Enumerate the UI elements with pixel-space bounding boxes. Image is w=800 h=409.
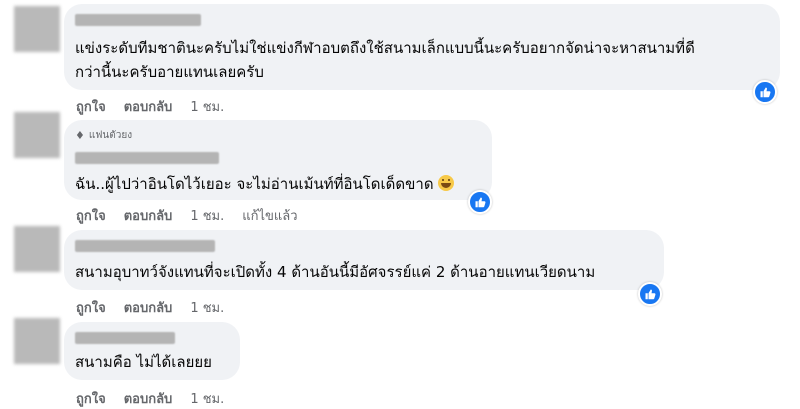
- reply-link[interactable]: ตอบกลับ: [124, 388, 173, 409]
- author-name-redacted[interactable]: [75, 14, 201, 26]
- like-link[interactable]: ถูกใจ: [76, 205, 106, 226]
- comment-actions: ถูกใจ ตอบกลับ 1 ชม.: [76, 297, 224, 318]
- avatar[interactable]: [14, 226, 60, 272]
- like-link[interactable]: ถูกใจ: [76, 388, 106, 409]
- avatar[interactable]: [14, 6, 60, 52]
- author-name-redacted[interactable]: [75, 152, 219, 164]
- like-thumbs-up-icon: [645, 289, 656, 300]
- like-thumbs-up-icon: [760, 87, 771, 98]
- comment-text-line: สนามอุบาทว์จังแทนที่จะเปิดทั้ง 4 ด้านอัน…: [75, 263, 596, 281]
- reply-link[interactable]: ตอบกลับ: [124, 96, 173, 117]
- like-link[interactable]: ถูกใจ: [76, 96, 106, 117]
- author-name-redacted[interactable]: [75, 240, 215, 252]
- comment-bubble: แข่งระดับทีมชาตินะครับไม่ใช่แข่งกีฬาอบตถ…: [64, 4, 780, 90]
- comment-bubble: สนามคือ ไม่ได้เลยยย: [64, 322, 240, 380]
- timestamp[interactable]: 1 ชม.: [190, 297, 224, 318]
- like-thumbs-up-icon: [475, 197, 486, 208]
- diamond-icon: ♦: [75, 129, 85, 142]
- comment-text-line: กว่านี้นะครับอายแทนเลยครับ: [75, 63, 264, 81]
- reply-link[interactable]: ตอบกลับ: [124, 205, 173, 226]
- like-link[interactable]: ถูกใจ: [76, 297, 106, 318]
- timestamp[interactable]: 1 ชม.: [190, 96, 224, 117]
- comment-actions: ถูกใจ ตอบกลับ 1 ชม.: [76, 388, 224, 409]
- avatar[interactable]: [14, 318, 60, 364]
- comment-bubble: สนามอุบาทว์จังแทนที่จะเปิดทั้ง 4 ด้านอัน…: [64, 230, 664, 290]
- comment-bubble: ♦ แฟนตัวยง ฉัน..ผู้ไปว่าอินโดไว้เยอะ จะไ…: [64, 120, 492, 200]
- comment-text-line: สนามคือ ไม่ได้เลยยย: [75, 353, 212, 371]
- like-reaction[interactable]: [468, 190, 492, 214]
- comment-text-line: ฉัน..ผู้ไปว่าอินโดไว้เยอะ จะไม่อ่านเม้นท…: [75, 172, 455, 196]
- author-name-redacted[interactable]: [75, 332, 175, 344]
- reply-link[interactable]: ตอบกลับ: [124, 297, 173, 318]
- edited-label[interactable]: แก้ไขแล้ว: [242, 205, 297, 226]
- top-fan-badge: ♦ แฟนตัวยง: [75, 128, 132, 143]
- comment-actions: ถูกใจ ตอบกลับ 1 ชม. แก้ไขแล้ว: [76, 205, 298, 226]
- like-reaction[interactable]: [638, 282, 662, 306]
- timestamp[interactable]: 1 ชม.: [190, 205, 224, 226]
- comment-text: ฉัน..ผู้ไปว่าอินโดไว้เยอะ จะไม่อ่านเม้นท…: [75, 175, 434, 193]
- badge-label: แฟนตัวยง: [88, 130, 133, 141]
- comment-text-line: แข่งระดับทีมชาตินะครับไม่ใช่แข่งกีฬาอบตถ…: [75, 39, 695, 57]
- timestamp[interactable]: 1 ชม.: [190, 388, 224, 409]
- comment-actions: ถูกใจ ตอบกลับ 1 ชม.: [76, 96, 224, 117]
- grinning-face-icon: [438, 175, 455, 191]
- avatar[interactable]: [14, 112, 60, 158]
- like-reaction[interactable]: [753, 80, 777, 104]
